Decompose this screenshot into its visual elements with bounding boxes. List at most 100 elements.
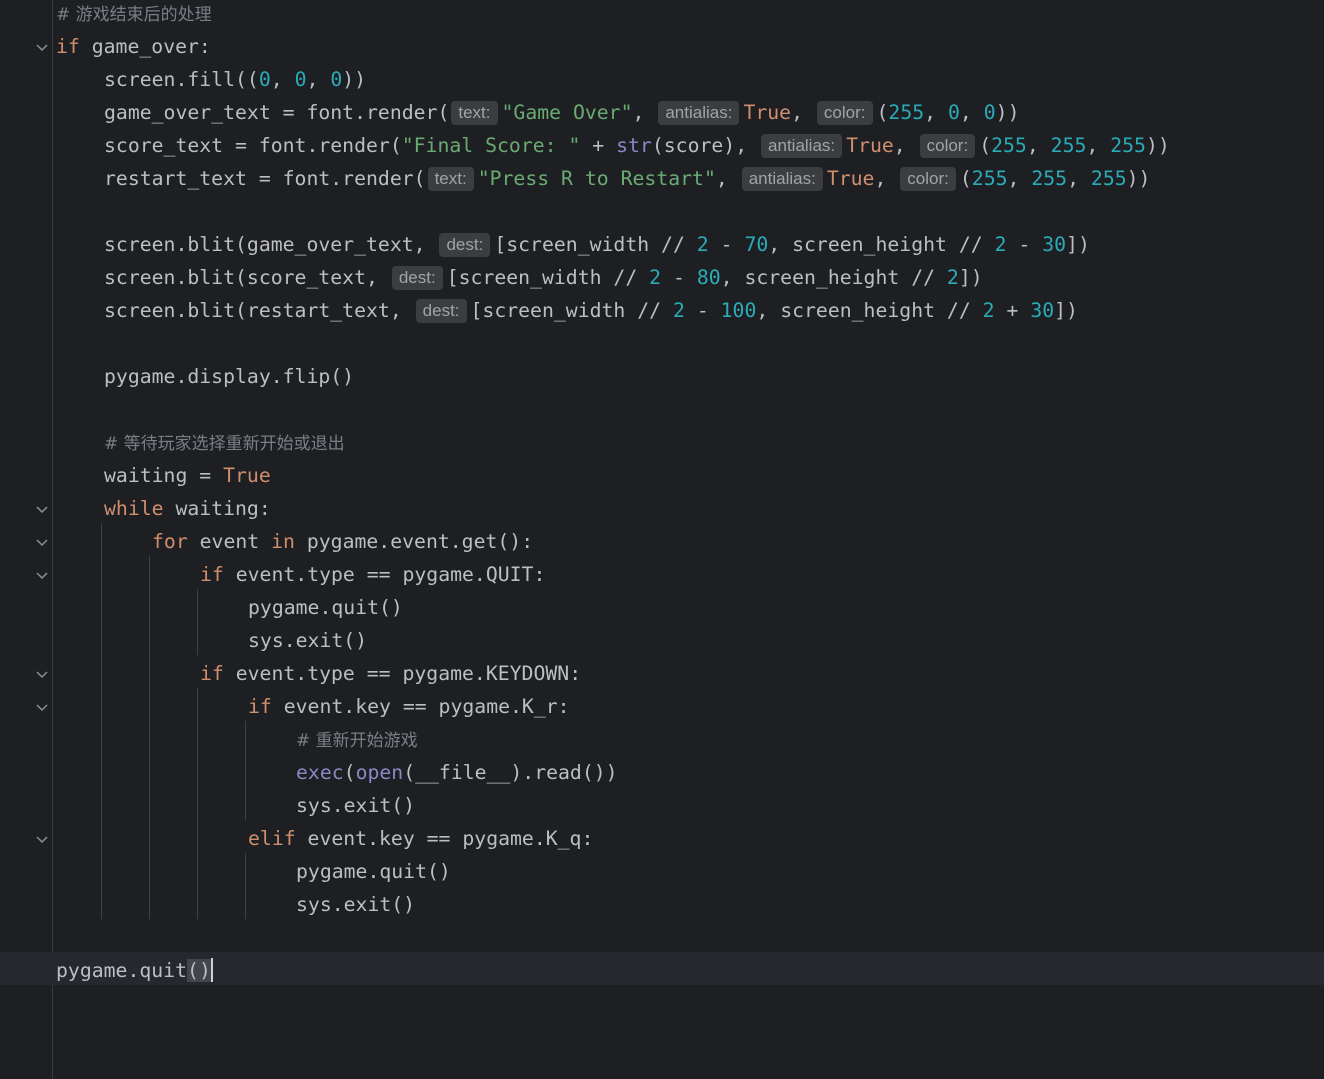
parameter-hint: color: (900, 167, 956, 191)
code-text: - (684, 299, 721, 322)
parameter-hint: antialias: (761, 134, 843, 158)
code-comment: # 游戏结束后的处理 (56, 5, 212, 25)
keyword: while (104, 497, 164, 520)
code-line[interactable]: # 游戏结束后的处理 (0, 0, 1324, 30)
paren-match-highlight: ( (187, 959, 199, 982)
code-line[interactable]: # 等待玩家选择重新开始或退出 (0, 426, 1324, 459)
code-line[interactable]: while waiting: (0, 492, 1324, 525)
code-line[interactable]: if event.key == pygame.K_r: (0, 690, 1324, 723)
code-line[interactable]: sys.exit() (0, 888, 1324, 921)
code-line[interactable]: sys.exit() (0, 789, 1324, 822)
code-text: event.type == pygame.QUIT: (223, 563, 546, 586)
string-literal: "Press R to Restart" (477, 167, 716, 190)
code-text: + (580, 134, 617, 157)
number-literal: 100 (720, 299, 757, 322)
code-text: ( (959, 167, 972, 190)
number-literal: 255 (991, 134, 1027, 157)
builtin-function: open (355, 761, 404, 784)
code-line-current[interactable]: pygame.quit() (0, 954, 1324, 987)
parameter-hint: dest: (391, 266, 443, 290)
paren-match-highlight: ) (198, 959, 211, 982)
keyword: True (826, 167, 875, 190)
code-text: score_text = font.render( (104, 134, 402, 157)
code-text: [screen_width // (446, 266, 650, 289)
code-line[interactable]: # 重新开始游戏 (0, 723, 1324, 756)
number-literal: 2 (994, 233, 1007, 256)
code-comment: # 重新开始游戏 (296, 731, 418, 751)
code-text: ( (876, 101, 889, 124)
code-line[interactable]: pygame.display.flip() (0, 360, 1324, 393)
code-text: screen.blit(score_text, (104, 266, 390, 289)
keyword: if (200, 662, 224, 685)
chevron-down-icon[interactable] (35, 568, 49, 582)
parameter-hint: dest: (415, 299, 467, 323)
code-line[interactable]: score_text = font.render("Final Score: "… (0, 129, 1324, 162)
code-line[interactable]: exec(open(__file__).read()) (0, 756, 1324, 789)
code-line[interactable]: waiting = True (0, 459, 1324, 492)
builtin-function: exec (296, 761, 344, 784)
parameter-hint: antialias: (658, 101, 740, 125)
chevron-down-icon[interactable] (35, 535, 49, 549)
code-text: pygame.quit() (296, 860, 451, 883)
number-literal: 0 (947, 101, 960, 124)
code-text: sys.exit() (248, 629, 368, 652)
code-line[interactable]: screen.blit(score_text, dest: [screen_wid… (0, 261, 1324, 294)
code-text: )) (1145, 134, 1170, 157)
code-text: event.type == pygame.KEYDOWN: (223, 662, 582, 685)
code-line[interactable]: if event.type == pygame.KEYDOWN: (0, 657, 1324, 690)
code-line[interactable]: screen.fill((0, 0, 0)) (0, 63, 1324, 96)
code-text: , (715, 167, 740, 190)
code-text: (score), (651, 134, 760, 157)
code-text: waiting: (163, 497, 271, 520)
code-line[interactable]: pygame.quit() (0, 591, 1324, 624)
code-text: screen.blit(game_over_text, (104, 233, 438, 256)
parameter-hint: color: (919, 134, 976, 158)
number-literal: 255 (1050, 134, 1087, 157)
code-line[interactable]: if event.type == pygame.QUIT: (0, 558, 1324, 591)
code-editor[interactable]: # 游戏结束后的处理 if game_over: screen.fill((0,… (0, 0, 1324, 1079)
chevron-down-icon[interactable] (35, 40, 49, 54)
code-text: , (791, 101, 815, 124)
code-text: event.key == pygame.K_r: (271, 695, 570, 718)
code-line[interactable]: pygame.quit() (0, 855, 1324, 888)
code-text: , (874, 167, 899, 190)
number-literal: 2 (649, 266, 662, 289)
code-comment: # 等待玩家选择重新开始或退出 (104, 434, 345, 454)
code-text: , screen_height // (768, 233, 995, 256)
chevron-down-icon[interactable] (35, 667, 49, 681)
code-text: , (1007, 167, 1032, 190)
parameter-hint: color: (816, 101, 873, 125)
code-text: (__file__).read()) (403, 761, 618, 784)
code-line[interactable]: screen.blit(game_over_text, dest: [screen… (0, 228, 1324, 261)
code-line[interactable]: for event in pygame.event.get(): (0, 525, 1324, 558)
chevron-down-icon[interactable] (35, 700, 49, 714)
number-literal: 2 (982, 299, 995, 322)
code-line[interactable]: sys.exit() (0, 624, 1324, 657)
number-literal: 255 (971, 167, 1008, 190)
code-text: restart_text = font.render( (104, 167, 426, 190)
code-line[interactable]: game_over_text = font.render(text: "Game … (0, 96, 1324, 129)
code-line[interactable]: restart_text = font.render(text: "Press R… (0, 162, 1324, 195)
number-literal: 0 (258, 68, 271, 91)
parameter-hint: antialias: (741, 167, 823, 191)
code-text: , (306, 68, 331, 91)
code-line[interactable]: elif event.key == pygame.K_q: (0, 822, 1324, 855)
chevron-down-icon[interactable] (35, 832, 49, 846)
code-text: game_over: (79, 35, 211, 58)
code-text: pygame.quit() (248, 596, 403, 619)
code-line[interactable]: if game_over: (0, 30, 1324, 63)
chevron-down-icon[interactable] (35, 502, 49, 516)
code-text: screen.fill(( (104, 68, 259, 91)
code-text: ( (979, 134, 992, 157)
number-literal: 70 (744, 233, 769, 256)
code-text: ( (343, 761, 356, 784)
string-literal: "Final Score: " (401, 134, 581, 157)
code-line[interactable]: screen.blit(restart_text, dest: [screen_w… (0, 294, 1324, 327)
parameter-hint: text: (451, 101, 498, 125)
code-text: ]) (958, 266, 983, 289)
number-literal: 30 (1042, 233, 1067, 256)
code-text: , (270, 68, 295, 91)
code-text: , (893, 134, 918, 157)
code-text: ]) (1054, 299, 1078, 322)
number-literal: 2 (672, 299, 685, 322)
